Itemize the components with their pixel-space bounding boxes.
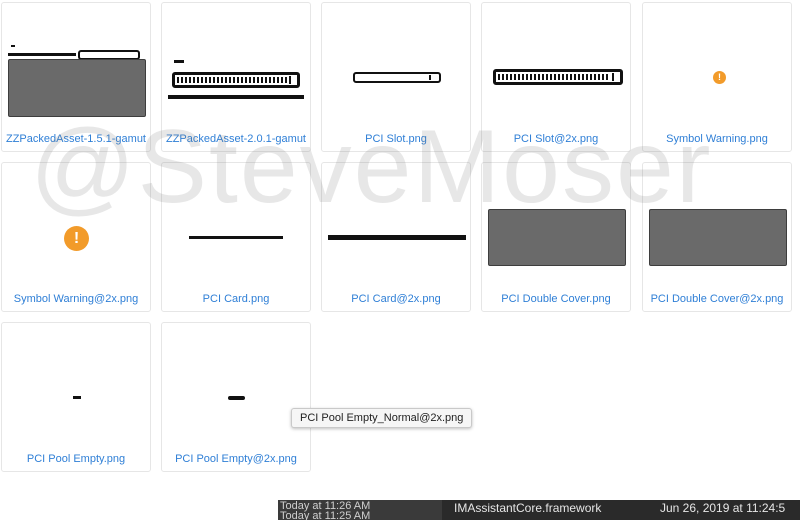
- file-name: Symbol Warning@2x.png: [13, 293, 139, 305]
- date-column: Today at 11:26 AM Today at 11:25 AM: [278, 500, 442, 520]
- file-tile[interactable]: PCI Double Cover.png: [481, 162, 631, 312]
- background-list-strip: Today at 11:26 AM Today at 11:25 AM IMAs…: [0, 500, 800, 520]
- file-tile[interactable]: ! Symbol Warning.png: [642, 2, 792, 152]
- pci-card-preview: [328, 235, 466, 240]
- pci-card-preview: [11, 45, 15, 47]
- pci-pool-empty-preview: [228, 396, 245, 400]
- pci-card-preview: [168, 95, 304, 99]
- framework-name: IMAssistantCore.framework: [454, 501, 602, 515]
- file-name: PCI Slot.png: [365, 133, 427, 145]
- file-tile[interactable]: PCI Pool Empty@2x.png: [161, 322, 311, 472]
- file-tile[interactable]: ZZPackedAsset-1.5.1-gamut: [1, 2, 151, 152]
- pci-double-cover-preview: [488, 209, 626, 266]
- file-name: PCI Card.png: [202, 293, 270, 305]
- file-tile[interactable]: PCI Double Cover@2x.png: [642, 162, 792, 312]
- file-tile[interactable]: PCI Card.png: [161, 162, 311, 312]
- pci-slot-preview: [172, 72, 300, 88]
- file-tile[interactable]: PCI Slot@2x.png: [481, 2, 631, 152]
- pci-card-preview: [189, 236, 283, 239]
- file-name: PCI Slot@2x.png: [513, 133, 599, 145]
- pci-slot-preview: [493, 69, 623, 85]
- pci-card-preview: [8, 53, 76, 56]
- warning-icon: !: [713, 71, 726, 84]
- file-name: ZZPackedAsset-1.5.1-gamut: [5, 133, 146, 145]
- file-tile[interactable]: PCI Pool Empty.png: [1, 322, 151, 472]
- file-tile[interactable]: ZZPackedAsset-2.0.1-gamut: [161, 2, 311, 152]
- pci-double-cover-preview: [649, 209, 787, 266]
- file-name: ZZPackedAsset-2.0.1-gamut: [165, 133, 306, 145]
- file-name: PCI Double Cover@2x.png: [650, 293, 784, 305]
- filename-tooltip: PCI Pool Empty_Normal@2x.png: [291, 408, 473, 428]
- modified-date: Jun 26, 2019 at 11:24:5: [660, 501, 786, 515]
- file-name: PCI Card@2x.png: [351, 293, 441, 305]
- pci-pool-empty-preview: [73, 396, 81, 399]
- file-tile[interactable]: ! Symbol Warning@2x.png: [1, 162, 151, 312]
- file-name: PCI Double Cover.png: [501, 293, 611, 305]
- file-tile[interactable]: PCI Slot.png: [321, 2, 471, 152]
- pci-double-cover-preview: [8, 59, 146, 117]
- file-name: Symbol Warning.png: [666, 133, 768, 145]
- pci-slot-preview: [353, 72, 441, 83]
- pci-card-preview: [174, 60, 184, 63]
- warning-icon: !: [64, 226, 89, 251]
- file-name: PCI Pool Empty.png: [26, 453, 126, 465]
- file-tile[interactable]: PCI Card@2x.png: [321, 162, 471, 312]
- file-name: PCI Pool Empty@2x.png: [175, 453, 297, 465]
- modified-time: Today at 11:25 AM: [280, 510, 371, 520]
